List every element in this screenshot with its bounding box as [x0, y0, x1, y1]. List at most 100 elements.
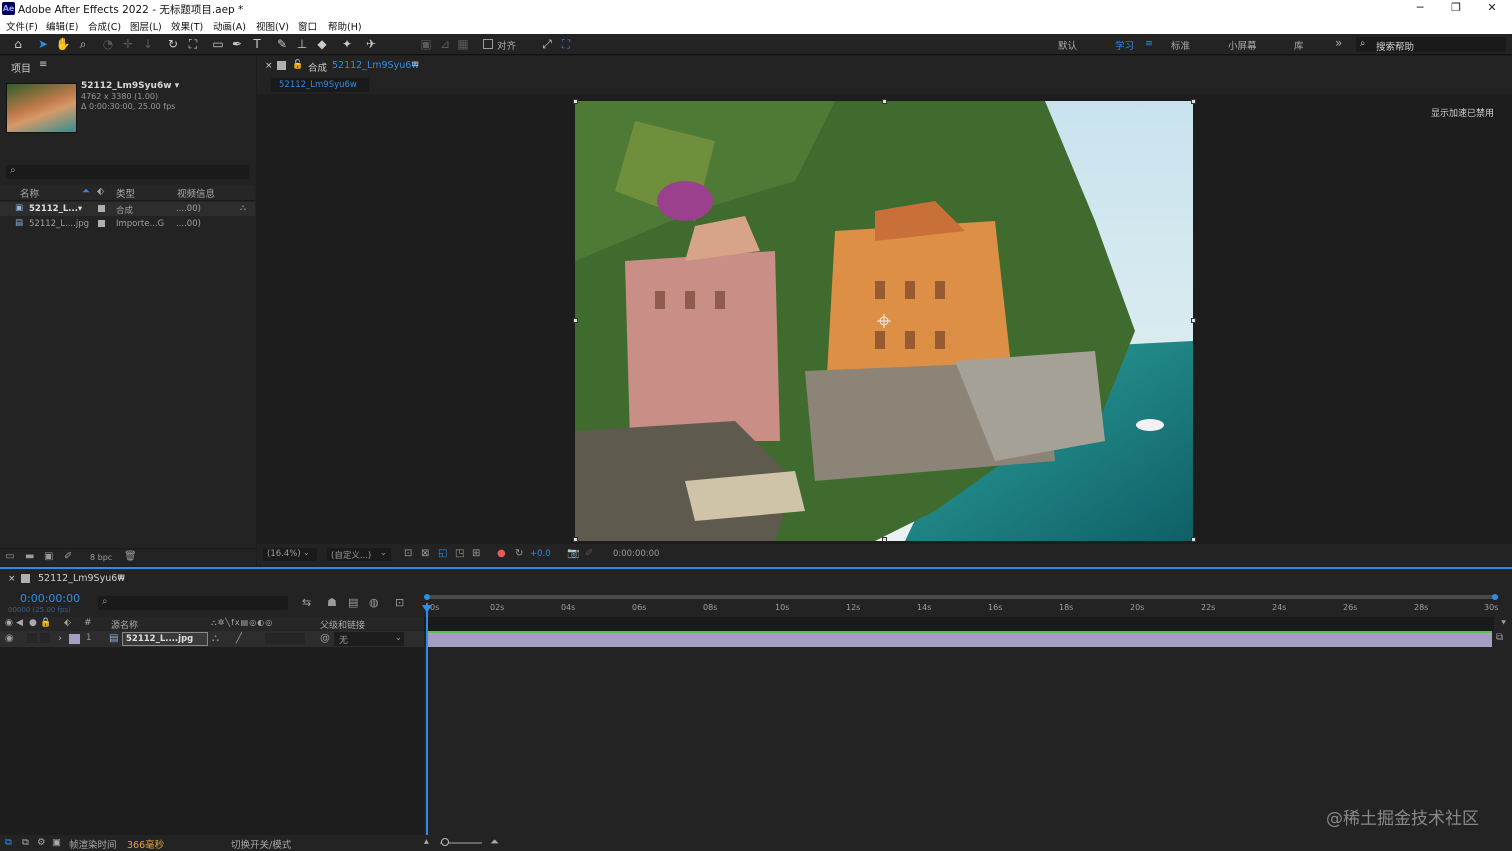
- col-name[interactable]: 名称: [20, 186, 39, 200]
- mask-path-icon[interactable]: ◱: [438, 548, 447, 559]
- brush-tool-icon[interactable]: ✎: [274, 37, 290, 52]
- minimize-button[interactable]: ─: [1410, 1, 1430, 16]
- workspace-small-screen[interactable]: 小屏幕: [1228, 38, 1257, 52]
- audio-icon[interactable]: ◀: [16, 618, 23, 628]
- panel-menu-icon[interactable]: ≡: [39, 59, 47, 70]
- help-search-field[interactable]: ⌕ 搜索帮助: [1356, 37, 1506, 53]
- transform-handle[interactable]: [1191, 537, 1196, 542]
- solo-toggle[interactable]: [27, 633, 37, 643]
- snap-grid-icon[interactable]: ⛶: [558, 37, 574, 52]
- panel-menu-icon[interactable]: ≡: [117, 572, 125, 583]
- close-button[interactable]: ✕: [1482, 1, 1502, 16]
- menu-effect[interactable]: 效果(T): [171, 19, 203, 33]
- zoom-tool-icon[interactable]: ⌕: [75, 37, 91, 52]
- interpret-footage-icon[interactable]: ▭: [5, 551, 14, 562]
- new-composition-icon[interactable]: ▣: [44, 551, 53, 562]
- timeline-tab-name[interactable]: 52112_Lm9Syu6w: [38, 573, 125, 584]
- project-tab[interactable]: 项目: [11, 60, 31, 75]
- workspace-library[interactable]: 库: [1294, 38, 1304, 52]
- pick-whip-icon[interactable]: @: [320, 633, 330, 644]
- workspace-more-icon[interactable]: »: [1335, 36, 1342, 50]
- pen-tool-icon[interactable]: ✒: [229, 37, 245, 52]
- rotate-tool-icon[interactable]: ↻: [165, 37, 181, 52]
- menu-file[interactable]: 文件(F): [6, 19, 38, 33]
- selection-tool-icon[interactable]: ➤: [35, 37, 51, 52]
- menu-view[interactable]: 视图(V): [256, 19, 289, 33]
- lock-icon[interactable]: 🔓: [292, 60, 303, 70]
- trash-icon[interactable]: 🗑: [124, 551, 137, 562]
- project-row-footage[interactable]: ▤ 52112_L....jpg Importe...G ....00): [0, 217, 255, 231]
- work-area-bar[interactable]: [424, 595, 1496, 599]
- flowchart-icon[interactable]: ⛬: [240, 203, 246, 213]
- panel-menu-icon[interactable]: ≡: [411, 59, 419, 70]
- tool-option-icon[interactable]: ▦: [455, 37, 471, 52]
- render-time-toggle-icon[interactable]: ▣: [52, 837, 61, 848]
- project-settings-icon[interactable]: ✐: [64, 551, 72, 562]
- quality-switch-icon[interactable]: ╱: [236, 633, 242, 644]
- workspace-menu-icon[interactable]: ≡: [1145, 38, 1153, 49]
- project-row-comp[interactable]: ▣ 52112_L...▾ 合成 ....00) ⛬: [0, 202, 255, 216]
- channel-rgb-icon[interactable]: ●: [497, 548, 506, 559]
- work-area-start-handle[interactable]: [424, 594, 430, 600]
- puppet-pin-icon[interactable]: ✈: [363, 37, 379, 52]
- zoom-out-icon[interactable]: ▴: [424, 836, 429, 847]
- rectangle-tool-icon[interactable]: ▭: [210, 37, 226, 52]
- region-of-interest-icon[interactable]: ◳: [455, 548, 464, 559]
- new-folder-icon[interactable]: ▬: [25, 551, 34, 562]
- transform-handle[interactable]: [573, 99, 578, 104]
- close-tab-icon[interactable]: ×: [8, 574, 16, 584]
- lock-toggle[interactable]: [40, 633, 50, 643]
- menu-help[interactable]: 帮助(H): [328, 19, 362, 33]
- exposure-value[interactable]: +0.0: [530, 549, 551, 559]
- transform-handle[interactable]: [882, 99, 887, 104]
- fast-previews-icon[interactable]: ⊡: [404, 548, 412, 559]
- label-tag-icon[interactable]: ⬖: [97, 186, 104, 200]
- reset-exposure-icon[interactable]: ↻: [515, 548, 523, 559]
- close-tab-icon[interactable]: ×: [265, 61, 273, 71]
- eye-icon[interactable]: ◉: [5, 618, 13, 628]
- shy-layers-icon[interactable]: ☗: [327, 596, 337, 609]
- menu-edit[interactable]: 编辑(E): [46, 19, 78, 33]
- transform-handle[interactable]: [573, 318, 578, 323]
- shy-switch-icon[interactable]: ⛬: [212, 633, 219, 644]
- hand-tool-icon[interactable]: ✋: [55, 37, 71, 52]
- clone-stamp-icon[interactable]: ⊥: [294, 37, 310, 52]
- label-color-swatch[interactable]: [98, 220, 105, 227]
- parent-dropdown[interactable]: 无: [334, 632, 404, 646]
- layer-name[interactable]: 52112_L....jpg: [122, 632, 208, 646]
- col-source-name[interactable]: 源名称: [111, 618, 138, 631]
- layer-end-icon[interactable]: ⧉: [1496, 632, 1503, 643]
- snap-option-icon[interactable]: ⤢: [539, 37, 555, 52]
- grid-guides-icon[interactable]: ⊞: [472, 548, 480, 559]
- frame-blending-icon[interactable]: ▤: [348, 596, 358, 609]
- label-tag-icon[interactable]: ⬖: [64, 618, 71, 628]
- time-ruler[interactable]: 0s 02s 04s 06s 08s 10s 12s 14s 16s 18s 2…: [424, 593, 1500, 615]
- transfer-controls-toggle-icon[interactable]: ⧉: [22, 837, 29, 848]
- motion-blur-icon[interactable]: ◍: [369, 596, 379, 609]
- transform-handle[interactable]: [1191, 99, 1196, 104]
- roto-brush-icon[interactable]: ✦: [339, 37, 355, 52]
- layer-row[interactable]: ◉ › 1 ▤ 52112_L....jpg ⛬ ╱ @ 无 ⌄: [0, 631, 424, 647]
- toggle-switches-modes[interactable]: 切换开关/模式: [231, 837, 291, 851]
- menu-composition[interactable]: 合成(C): [88, 19, 121, 33]
- in-out-toggle-icon[interactable]: ⚙: [37, 837, 46, 848]
- snap-checkbox[interactable]: [483, 39, 493, 49]
- current-time-display[interactable]: 0:00:00:00: [20, 592, 80, 605]
- menu-layer[interactable]: 图层(L): [130, 19, 162, 33]
- col-video-info[interactable]: 视频信息: [177, 186, 215, 200]
- workspace-default[interactable]: 默认: [1058, 38, 1077, 52]
- comp-viewer[interactable]: 显示加速已禁用: [257, 94, 1512, 544]
- switch-boxes[interactable]: [265, 633, 305, 644]
- dolly-tool-icon[interactable]: ↓: [140, 37, 156, 52]
- show-snapshot-icon[interactable]: ✐: [585, 548, 593, 559]
- comp-mini-flowchart-icon[interactable]: ⇆: [302, 596, 311, 609]
- comp-tab-name[interactable]: 52112_Lm9Syu6w: [332, 60, 419, 71]
- zoom-in-icon[interactable]: ⏶: [490, 835, 499, 849]
- comp-subtab[interactable]: 52112_Lm9Syu6w: [271, 78, 369, 92]
- comp-timecode[interactable]: 0:00:00:00: [613, 549, 659, 559]
- eye-icon[interactable]: ◉: [5, 633, 14, 644]
- project-search-input[interactable]: ⌕: [6, 165, 249, 179]
- transform-handle[interactable]: [573, 537, 578, 542]
- layer-duration-bar[interactable]: [426, 633, 1492, 647]
- text-tool-icon[interactable]: T: [249, 37, 265, 52]
